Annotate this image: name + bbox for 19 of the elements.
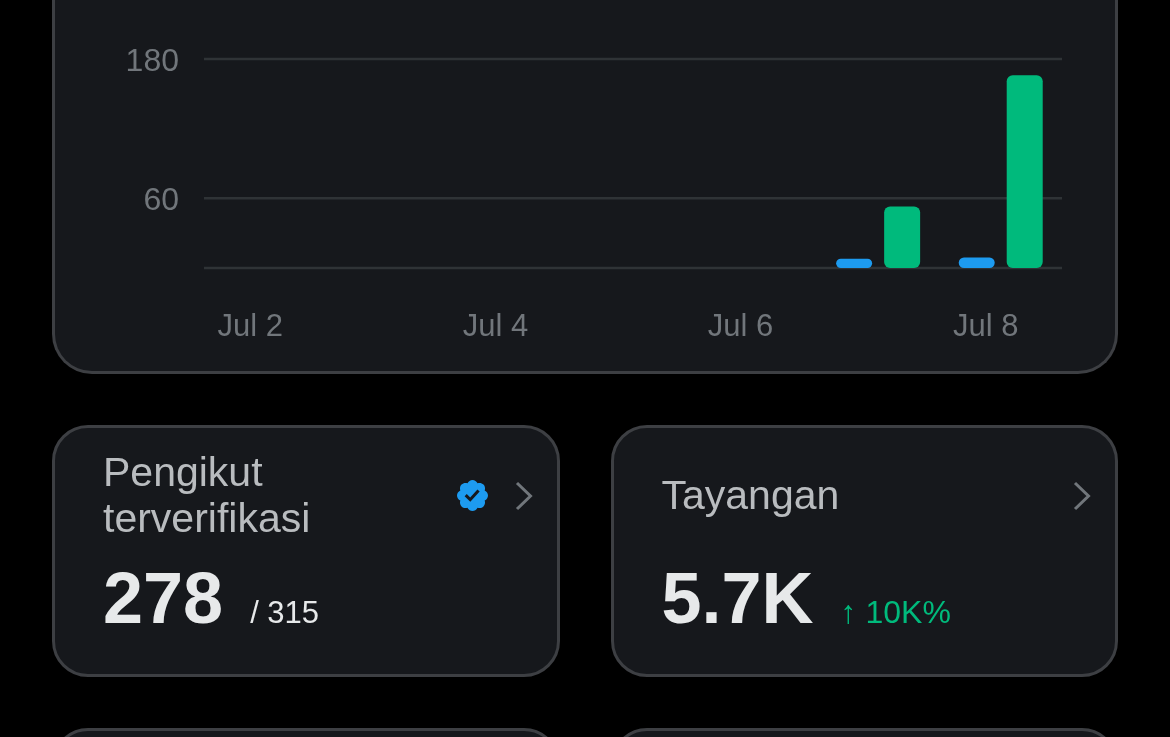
stat-title: Pengikut terverifikasi [103, 450, 312, 541]
stat-change: ↑ 10K% [840, 594, 951, 630]
y-axis-label: 60 [143, 180, 179, 217]
chart-bar [958, 257, 995, 268]
stat-title: Tayangan [661, 472, 840, 519]
x-axis-label: Jul 6 [707, 308, 774, 343]
stat-value: 278 [103, 562, 224, 634]
stat-value: 5.7K [661, 562, 814, 634]
chart-bar [884, 206, 921, 268]
chart-bar [836, 258, 873, 268]
x-axis-label: Jul 2 [217, 308, 284, 343]
stat-total: / 315 [250, 595, 320, 631]
chevron-right-icon [514, 480, 533, 511]
chevron-right-icon [1073, 480, 1091, 511]
stat-card[interactable]: Tayangan 5.7K ↑ 10K% [610, 425, 1118, 677]
y-axis-label: 180 [125, 41, 179, 78]
x-axis-label: Jul 4 [462, 308, 529, 343]
stat-card[interactable]: Pengikut terverifikasi 278 / 315 [52, 425, 560, 677]
x-axis-label: Jul 8 [952, 308, 1019, 343]
